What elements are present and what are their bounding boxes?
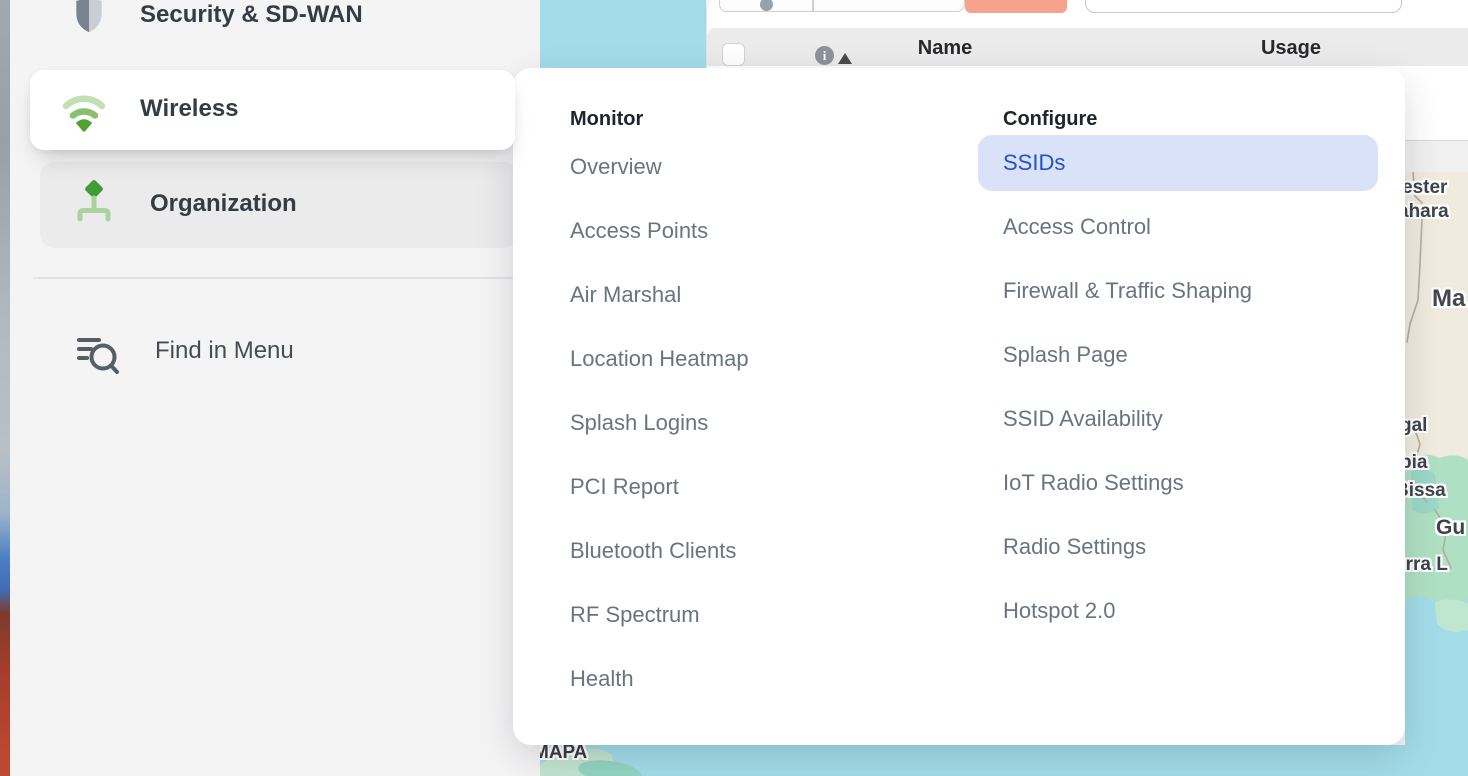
menu-item-pci-report[interactable]: PCI Report [570,455,900,519]
sidebar-divider [33,277,523,279]
find-in-menu-icon [76,332,120,376]
menu-item-firewall-traffic-shaping[interactable]: Firewall & Traffic Shaping [978,259,1378,323]
toolbar-divider [812,0,814,12]
menu-item-access-points[interactable]: Access Points [570,199,900,263]
wireless-flyout-menu: Monitor Overview Access Points Air Marsh… [513,68,1405,745]
wifi-icon [60,86,108,134]
table-search-input[interactable] [1085,0,1402,13]
toolbar-icon [760,0,773,11]
menu-item-air-marshal[interactable]: Air Marshal [570,263,900,327]
menu-item-location-heatmap[interactable]: Location Heatmap [570,327,900,391]
sidebar-item-label: Organization [150,190,297,218]
menu-item-bluetooth-clients[interactable]: Bluetooth Clients [570,519,900,583]
desktop-wallpaper-strip [0,0,10,776]
sidebar-item-label: Wireless [140,95,239,123]
map-ocean-left[interactable] [540,0,706,68]
menu-item-ssid-availability[interactable]: SSID Availability [978,387,1378,451]
sidebar-item-organization[interactable]: Organization [40,162,517,248]
select-all-checkbox[interactable] [722,43,745,66]
table-header-row: i Name Usage [707,28,1468,66]
menu-item-hotspot-20[interactable]: Hotspot 2.0 [978,579,1378,643]
menu-item-access-control[interactable]: Access Control [978,195,1378,259]
flyout-monitor-column: Monitor Overview Access Points Air Marsh… [570,108,900,711]
column-header-usage[interactable]: Usage [1241,37,1341,60]
map-ocean-bottom[interactable]: МАРА [540,745,1405,776]
column-header-name[interactable]: Name [895,37,995,60]
sidebar-item-label: Security & SD-WAN [140,0,363,30]
menu-item-iot-radio-settings[interactable]: IoT Radio Settings [978,451,1378,515]
menu-item-rf-spectrum[interactable]: RF Spectrum [570,583,900,647]
map-label-western-sahara-line1: ester [1405,177,1447,199]
menu-item-radio-settings[interactable]: Radio Settings [978,515,1378,579]
flyout-section-header: Configure [978,108,1378,131]
flyout-section-header: Monitor [570,108,900,131]
map-label-senegal: gal [1405,415,1427,437]
primary-action-button[interactable] [965,0,1067,13]
map-label-bottom-fragment: МАРА [540,745,587,764]
map-terrain [1405,172,1468,776]
menu-item-overview[interactable]: Overview [570,135,900,199]
sort-ascending-icon [838,53,852,64]
map-label-guinea: Gu [1436,516,1465,540]
menu-item-ssids[interactable]: SSIDs [978,135,1378,191]
map-region-west-africa[interactable]: ester ahara Ma gal bia Bissa Gu erra L [1405,172,1468,776]
map-label-western-sahara-line2: ahara [1405,201,1449,223]
sidebar-item-label: Find in Menu [155,337,294,365]
map-label-guinea-bissau: Bissa [1405,480,1446,502]
organization-icon [72,179,116,229]
flyout-configure-column: Configure SSIDs Access Control Firewall … [978,108,1378,643]
menu-item-splash-page[interactable]: Splash Page [978,323,1378,387]
map-label-mali: Ma [1432,285,1465,313]
sidebar-item-wireless[interactable]: Wireless [30,70,515,150]
map-label-gambia: bia [1405,452,1427,474]
meraki-dashboard: МАРА ester ahara Ma gal bia Bissa Gu err… [0,0,1468,776]
menu-item-health[interactable]: Health [570,647,900,711]
sidebar-item-find-in-menu[interactable]: Find in Menu [33,324,523,380]
menu-item-splash-logins[interactable]: Splash Logins [570,391,900,455]
map-label-sierra-leone: erra L [1405,554,1448,576]
shield-icon [73,0,105,33]
info-icon[interactable]: i [815,46,834,65]
toolbar-dropdown-group[interactable] [719,0,965,12]
